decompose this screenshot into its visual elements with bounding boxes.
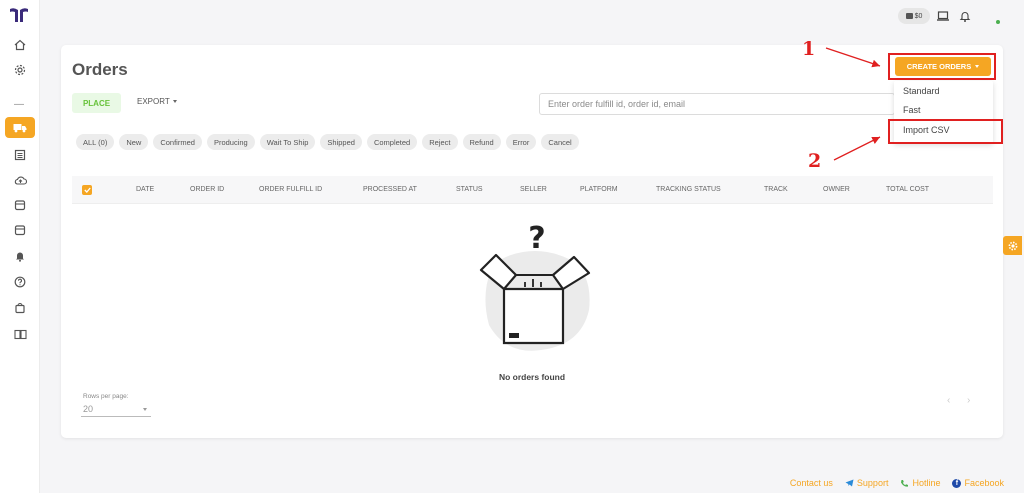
table-header: DATE ORDER ID ORDER FULFILL ID PROCESSED… [72,176,993,204]
annotation-box-create-orders [888,53,996,80]
telegram-icon [845,479,854,487]
chip-completed[interactable]: Completed [366,134,418,150]
notification-bell-icon[interactable] [958,9,972,23]
svg-text:?: ? [528,221,545,256]
chip-refund[interactable]: Refund [462,134,501,150]
online-status-dot [996,20,1000,24]
help-icon[interactable] [13,275,27,289]
export-label: EXPORT [137,97,170,106]
list-icon[interactable] [13,148,27,162]
export-button[interactable]: EXPORT [137,97,177,106]
search-input[interactable] [539,93,895,115]
chip-shipped[interactable]: Shipped [320,134,362,150]
chip-cancel[interactable]: Cancel [541,134,579,150]
column-header-platform[interactable]: PLATFORM [580,186,618,193]
select-all-checkbox[interactable] [82,185,92,195]
orders-card: Orders PLACE EXPORT ALL (0) New Confirme… [61,45,1003,438]
dropdown-item-fast[interactable]: Fast [903,105,921,115]
brand-logo[interactable] [9,7,29,23]
footer-support-link[interactable]: Support [845,478,889,488]
sidebar-separator: — [14,99,24,110]
column-header-order-id[interactable]: ORDER ID [190,186,224,193]
empty-box-illustration: ? [479,221,591,351]
footer-links: Contact us Support Hotline f Facebook [790,478,1004,488]
dropdown-item-standard[interactable]: Standard [903,86,940,96]
check-icon [83,187,91,193]
column-header-date[interactable]: DATE [136,186,154,193]
bell-icon[interactable] [13,249,27,263]
footer-contact-label: Contact us [789,478,833,488]
column-header-owner[interactable]: OWNER [823,186,850,193]
phone-icon [901,479,909,487]
facebook-icon: f [952,478,962,488]
chip-all[interactable]: ALL (0) [76,134,115,150]
column-header-order-fulfill-id[interactable]: ORDER FULFILL ID [259,186,322,193]
footer-contact-link[interactable]: Contact us [790,478,833,488]
column-header-track[interactable]: TRACK [764,186,788,193]
footer-hotline-label: Hotline [912,478,941,488]
tab-place[interactable]: PLACE [72,93,121,113]
wallet-icon [905,13,913,19]
status-filter-chips: ALL (0) New Confirmed Producing Wait To … [76,134,579,150]
annotation-step-2: 2 [808,150,822,172]
home-icon[interactable] [13,38,27,52]
chip-error[interactable]: Error [505,134,537,150]
chip-reject[interactable]: Reject [422,134,458,150]
wallet-balance[interactable]: $0 [898,8,930,24]
gear-icon [1008,241,1017,250]
shopping-bag-icon[interactable] [13,301,27,315]
orders-truck-icon[interactable] [5,117,35,138]
settings-icon[interactable] [13,63,27,77]
chip-producing[interactable]: Producing [206,134,255,150]
annotation-step-1: 1 [802,38,816,60]
chip-new[interactable]: New [119,134,149,150]
wallet-amount: $0 [914,12,923,20]
chip-confirmed[interactable]: Confirmed [153,134,202,150]
footer-facebook-link[interactable]: f Facebook [952,478,1004,488]
footer-facebook-label: Facebook [964,478,1004,488]
column-header-seller[interactable]: SELLER [520,186,547,193]
rows-per-page-value: 20 [83,404,94,414]
page-title: Orders [72,60,128,79]
column-header-processed-at[interactable]: PROCESSED AT [363,186,417,193]
cloud-upload-icon[interactable] [13,173,27,187]
floating-settings-button[interactable] [1003,236,1022,255]
chevron-down-icon [172,100,177,103]
empty-state-message: No orders found [498,372,566,382]
rows-per-page-label: Rows per page: [83,393,129,400]
rows-per-page-select[interactable]: 20 [81,402,151,417]
footer-hotline-link[interactable]: Hotline [900,478,940,488]
box-icon[interactable] [13,198,27,212]
footer-support-label: Support [856,478,889,488]
archive-icon[interactable] [13,223,27,237]
chip-wait-to-ship[interactable]: Wait To Ship [259,134,316,150]
sidebar: — [0,0,40,493]
column-header-status[interactable]: STATUS [456,186,483,193]
chevron-down-icon [143,407,147,411]
laptop-icon[interactable] [936,9,950,23]
next-page-button[interactable]: › [967,395,970,406]
column-header-tracking-status[interactable]: TRACKING STATUS [656,186,721,193]
prev-page-button[interactable]: ‹ [947,395,950,406]
column-header-total-cost[interactable]: TOTAL COST [886,186,929,193]
annotation-box-import-csv [888,119,1003,144]
book-icon[interactable] [13,327,27,341]
